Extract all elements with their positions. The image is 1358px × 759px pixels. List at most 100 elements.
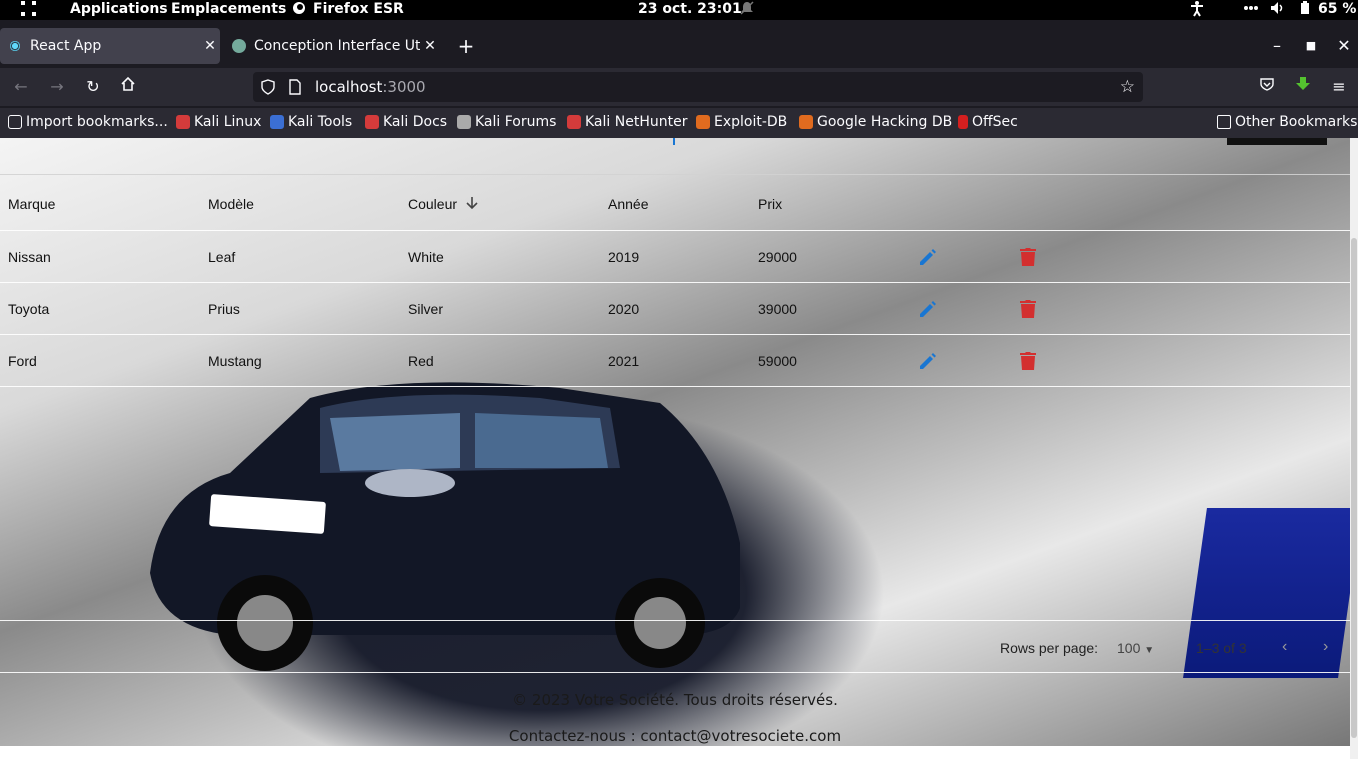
bookmark-kali-linux[interactable]: Kali Linux [176, 114, 261, 130]
browser-tab-bar: React App ✕ Conception Interface Utili ✕… [0, 28, 1358, 64]
column-header-marque[interactable]: Marque [8, 196, 55, 212]
delete-trash-icon[interactable] [1019, 351, 1037, 371]
previous-page-icon[interactable]: ‹ [1282, 638, 1287, 656]
cell-marque: Toyota [8, 301, 50, 317]
bookmark-import[interactable]: Import bookmarks... [8, 114, 168, 130]
bookmark-offsec[interactable]: OffSec [958, 114, 1018, 130]
pagination-range: 1–3 of 3 [1196, 640, 1247, 656]
exploit-db-icon [696, 115, 710, 129]
new-tab-plus-icon[interactable]: + [455, 35, 477, 57]
navigation-toolbar: ← → ↻ localhost:3000 ☆ ≡ [0, 68, 1358, 106]
tab-title: React App [30, 38, 102, 54]
page-content: Marque Modèle Couleur Année Prix Nissan … [0, 138, 1358, 759]
folder-icon [1217, 115, 1231, 129]
notifications-muted-icon[interactable] [740, 1, 754, 19]
cell-couleur: White [408, 249, 444, 265]
cell-marque: Nissan [8, 249, 51, 265]
cell-modele: Leaf [208, 249, 236, 265]
back-arrow-icon[interactable]: ← [10, 76, 32, 98]
delete-trash-icon[interactable] [1019, 247, 1037, 267]
offsec-icon [958, 115, 968, 129]
chatgpt-favicon-icon [232, 39, 246, 53]
top-action-button[interactable] [1227, 138, 1327, 145]
column-header-couleur[interactable]: Couleur [408, 196, 457, 212]
edit-pencil-icon[interactable] [918, 247, 938, 267]
active-app-name[interactable]: Firefox ESR [313, 1, 404, 17]
scrollbar-thumb[interactable] [1351, 238, 1357, 738]
delete-trash-icon[interactable] [1019, 299, 1037, 319]
hamburger-menu-icon[interactable]: ≡ [1328, 76, 1350, 98]
row-divider [0, 282, 1350, 283]
reload-icon[interactable]: ↻ [82, 76, 104, 98]
car-image [150, 382, 740, 671]
rows-per-page-label: Rows per page: [1000, 640, 1099, 656]
forums-icon [457, 115, 471, 129]
cell-modele: Mustang [208, 353, 262, 369]
bookmark-label: Kali NetHunter [585, 114, 688, 130]
other-bookmarks[interactable]: Other Bookmarks [1217, 114, 1357, 130]
cell-annee: 2019 [608, 249, 640, 265]
app-grid-icon[interactable] [20, 1, 38, 21]
applications-menu[interactable]: Applications [70, 1, 168, 17]
pagination-divider [0, 620, 1350, 621]
close-tab-icon[interactable]: ✕ [200, 38, 220, 54]
footer-copyright: © 2023 Votre Société. Tous droits réserv… [512, 691, 838, 709]
downloads-icon[interactable] [1292, 76, 1314, 98]
header-divider [0, 230, 1350, 231]
edit-pencil-icon[interactable] [918, 299, 938, 319]
bookmark-label: Google Hacking DB [817, 114, 953, 130]
kali-icon [567, 115, 581, 129]
bookmark-label: OffSec [972, 114, 1018, 130]
tab-react-app[interactable]: React App ✕ [0, 28, 220, 64]
shield-icon[interactable] [261, 79, 275, 99]
url-bar[interactable]: localhost:3000 ☆ [253, 72, 1143, 102]
close-window-icon[interactable]: ✕ [1333, 35, 1355, 57]
next-page-icon[interactable]: › [1323, 638, 1328, 656]
cell-couleur: Red [408, 353, 434, 369]
cell-prix: 29000 [758, 249, 797, 265]
bookmark-label: Kali Docs [383, 114, 448, 130]
minimize-window-icon[interactable]: – [1266, 35, 1288, 57]
forward-arrow-icon[interactable]: → [46, 76, 68, 98]
row-divider [0, 334, 1350, 335]
cell-modele: Prius [208, 301, 240, 317]
bookmark-exploit-db[interactable]: Exploit-DB [696, 114, 787, 130]
bookmark-star-icon[interactable]: ☆ [1120, 77, 1135, 97]
table-top-border [0, 174, 1350, 175]
volume-icon[interactable] [1270, 1, 1286, 19]
bookmark-kali-forums[interactable]: Kali Forums [457, 114, 556, 130]
edit-pencil-icon[interactable] [918, 351, 938, 371]
bookmark-label: Kali Linux [194, 114, 262, 130]
column-header-modele[interactable]: Modèle [208, 196, 254, 212]
kali-icon [176, 115, 190, 129]
import-icon [8, 115, 22, 129]
battery-icon[interactable] [1300, 1, 1310, 19]
cell-annee: 2021 [608, 353, 640, 369]
pocket-icon[interactable] [1256, 76, 1278, 98]
page-info-icon[interactable] [289, 79, 301, 99]
bookmark-kali-tools[interactable]: Kali Tools [270, 114, 352, 130]
tab-indicator [673, 138, 675, 145]
bookmark-kali-nethunter[interactable]: Kali NetHunter [567, 114, 687, 130]
network-icon[interactable] [1243, 1, 1259, 19]
url-host: localhost [315, 78, 383, 96]
clock[interactable]: 23 oct. 23:01 [638, 1, 742, 17]
bookmark-google-hacking-db[interactable]: Google Hacking DB [799, 114, 952, 130]
bookmark-label: Kali Tools [288, 114, 353, 130]
home-icon[interactable] [117, 76, 139, 98]
ghdb-icon [799, 115, 813, 129]
tab-conception-interface[interactable]: Conception Interface Utili ✕ [224, 28, 440, 64]
page-bottom-area [0, 746, 1358, 759]
row-divider [0, 386, 1350, 387]
footer-contact: Contactez-nous : contact@votresociete.co… [508, 727, 842, 745]
places-menu[interactable]: Emplacements [171, 1, 286, 17]
maximize-window-icon[interactable]: ■ [1300, 35, 1322, 57]
sort-arrow-down-icon[interactable] [465, 196, 479, 210]
close-tab-icon[interactable]: ✕ [420, 38, 440, 54]
rows-per-page-select[interactable]: 100 ▼ [1117, 640, 1154, 656]
bookmark-kali-docs[interactable]: Kali Docs [365, 114, 447, 130]
vertical-scrollbar[interactable] [1350, 138, 1358, 759]
column-header-annee[interactable]: Année [608, 196, 648, 212]
column-header-prix[interactable]: Prix [758, 196, 782, 212]
accessibility-icon[interactable] [1190, 1, 1204, 21]
